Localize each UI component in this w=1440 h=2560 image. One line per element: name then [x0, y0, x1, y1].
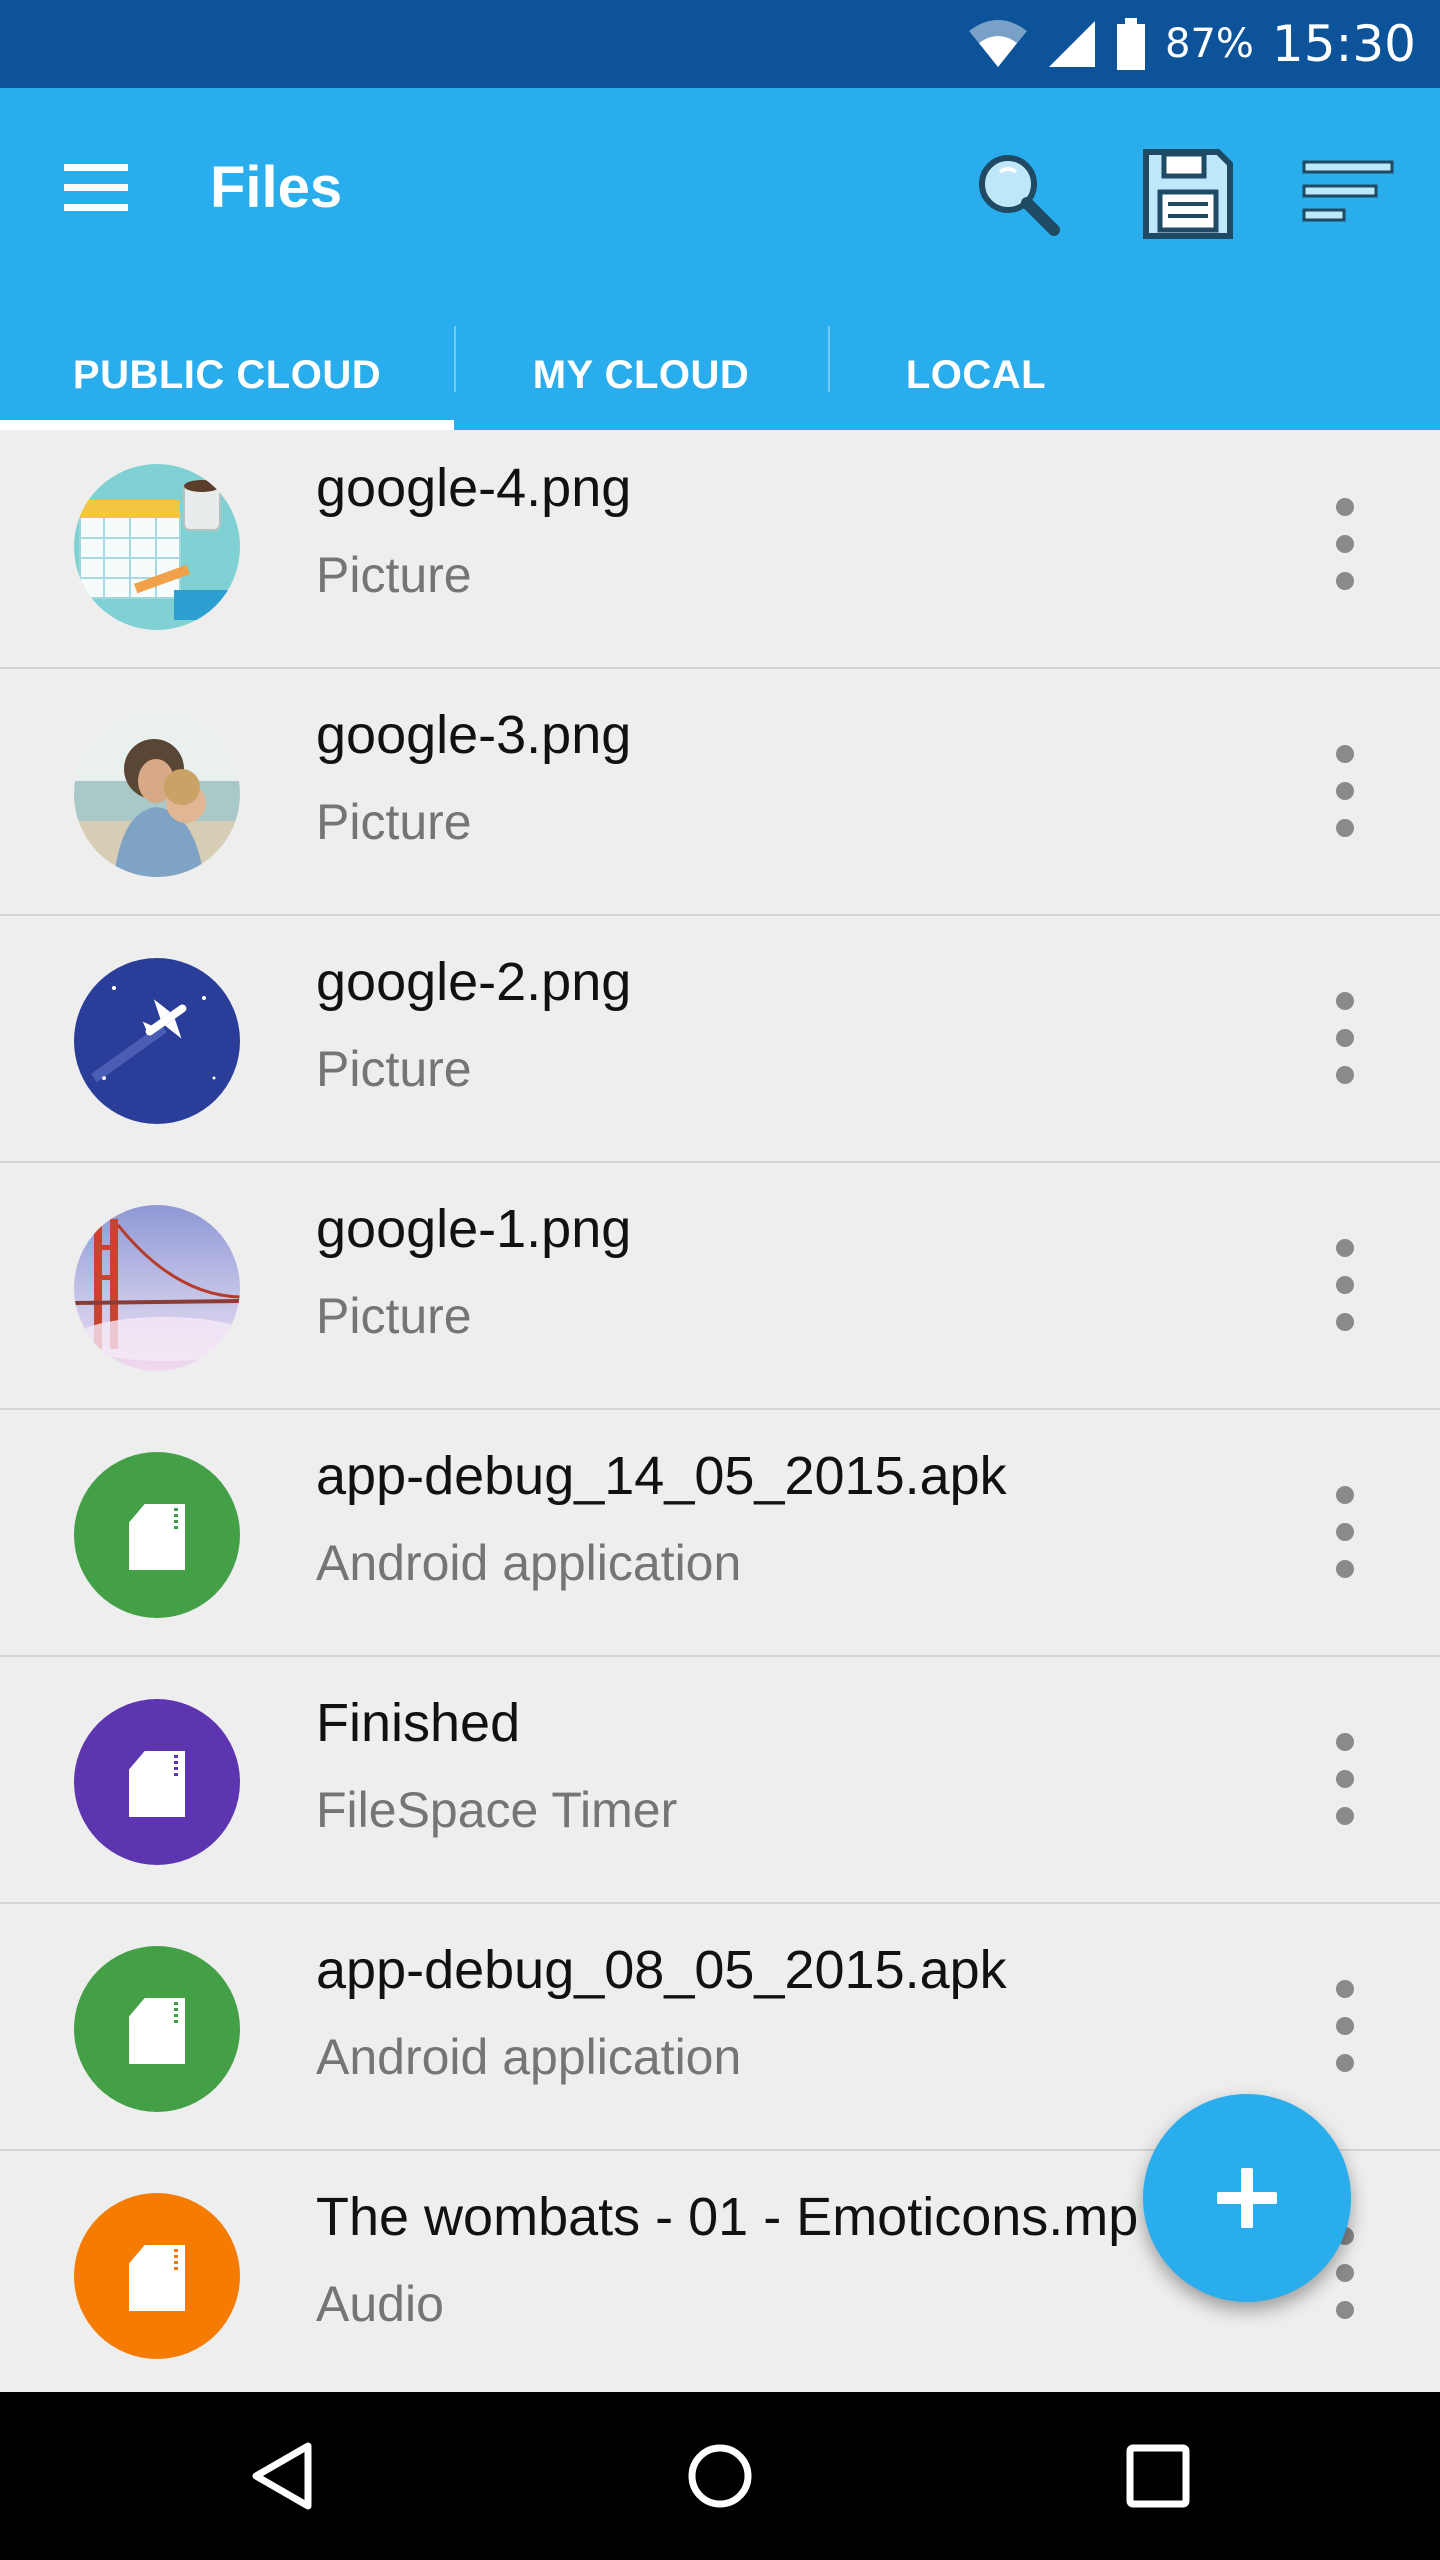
file-type: Picture	[316, 547, 472, 603]
battery-icon	[1117, 18, 1145, 70]
file-name: google-3.png	[316, 705, 632, 765]
app-bar: Files PUBLIC CLOUD MY CLOUD LOCAL	[0, 88, 1440, 430]
sort-icon[interactable]	[1300, 146, 1396, 242]
navigation-bar	[0, 2392, 1440, 2560]
file-type: Picture	[316, 1288, 472, 1344]
family-photo-thumbnail	[74, 711, 240, 877]
list-item[interactable]: app-debug_14_05_2015.apk Android applica…	[0, 1410, 1440, 1657]
tab-selected-indicator	[0, 420, 454, 430]
wifi-icon	[969, 20, 1027, 67]
more-options-icon[interactable]	[1310, 731, 1380, 851]
file-type: Picture	[316, 1041, 472, 1097]
file-name: Finished	[316, 1693, 521, 1753]
list-item[interactable]: Finished FileSpace Timer	[0, 1657, 1440, 1904]
file-type: Audio	[316, 2276, 444, 2332]
search-icon[interactable]	[970, 146, 1066, 242]
more-options-icon[interactable]	[1310, 978, 1380, 1098]
file-name: app-debug_08_05_2015.apk	[316, 1940, 1007, 2000]
file-name: google-4.png	[316, 458, 632, 518]
tab-public-cloud[interactable]: PUBLIC CLOUD	[0, 320, 454, 430]
list-item[interactable]: google-3.png Picture	[0, 669, 1440, 916]
tab-divider	[828, 326, 830, 392]
add-file-button[interactable]	[1143, 2094, 1351, 2302]
list-item[interactable]: google-1.png Picture	[0, 1163, 1440, 1410]
home-icon[interactable]	[670, 2426, 770, 2526]
file-icon	[74, 1699, 240, 1865]
more-options-icon[interactable]	[1310, 484, 1380, 604]
file-type: Android application	[316, 1535, 742, 1591]
tab-divider	[454, 326, 456, 392]
file-icon	[74, 1946, 240, 2112]
battery-percentage: 87%	[1165, 21, 1254, 67]
file-type: FileSpace Timer	[316, 1782, 678, 1838]
save-icon[interactable]	[1140, 146, 1236, 242]
recents-icon[interactable]	[1108, 2426, 1208, 2526]
file-icon	[74, 2193, 240, 2359]
more-options-icon[interactable]	[1310, 1225, 1380, 1345]
more-options-icon[interactable]	[1310, 1472, 1380, 1592]
toolbar: Files	[0, 88, 1440, 288]
clock: 15:30	[1271, 15, 1416, 73]
file-icon	[74, 1452, 240, 1618]
file-name: google-1.png	[316, 1199, 632, 1259]
cell-signal-icon	[1049, 21, 1095, 67]
bridge-thumbnail	[74, 1205, 240, 1371]
status-bar-right: 87% 15:30	[967, 0, 1416, 88]
file-name: The wombats - 01 - Emoticons.mp	[316, 2187, 1139, 2247]
tab-local[interactable]: LOCAL	[828, 320, 1124, 430]
more-options-icon[interactable]	[1310, 1966, 1380, 2086]
menu-icon[interactable]	[62, 158, 134, 218]
more-options-icon[interactable]	[1310, 1719, 1380, 1839]
tab-my-cloud[interactable]: MY CLOUD	[454, 320, 828, 430]
file-name: app-debug_14_05_2015.apk	[316, 1446, 1007, 1506]
list-item[interactable]: google-2.png Picture	[0, 916, 1440, 1163]
file-name: google-2.png	[316, 952, 632, 1012]
airplane-thumbnail	[74, 958, 240, 1124]
back-icon[interactable]	[232, 2426, 332, 2526]
status-bar: 87% 15:30	[0, 0, 1440, 88]
tab-bar: PUBLIC CLOUD MY CLOUD LOCAL	[0, 320, 1440, 430]
page-title: Files	[210, 155, 343, 220]
list-item[interactable]: google-4.png Picture	[0, 430, 1440, 669]
file-type: Picture	[316, 794, 472, 850]
calendar-thumbnail	[74, 464, 240, 630]
file-type: Android application	[316, 2029, 742, 2085]
